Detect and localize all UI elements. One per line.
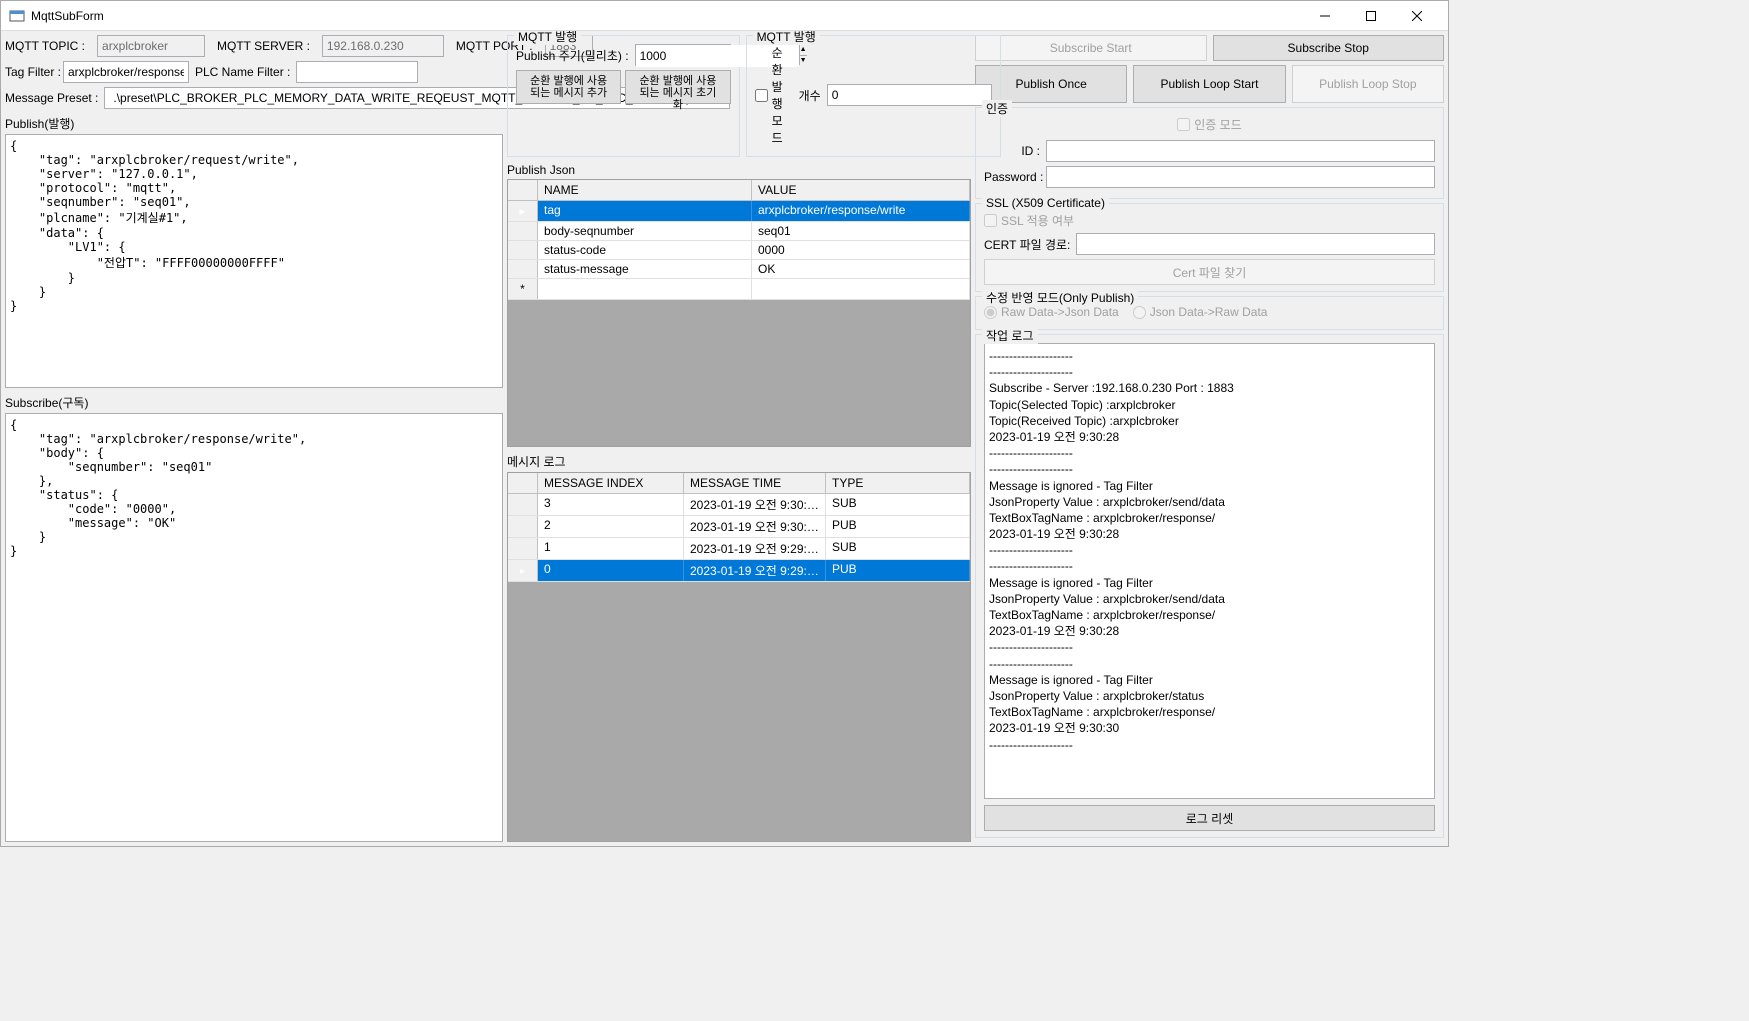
- publish-json-textarea[interactable]: [5, 134, 503, 388]
- cell-name[interactable]: tag: [538, 201, 752, 221]
- publish-loop-start-button[interactable]: Publish Loop Start: [1133, 65, 1285, 103]
- json-to-raw-label: Json Data->Raw Data: [1150, 305, 1268, 319]
- table-row[interactable]: ▸tagarxplcbroker/response/write: [508, 201, 970, 222]
- cell-time[interactable]: 2023-01-19 오전 9:29:52: [684, 560, 826, 581]
- password-input[interactable]: [1046, 166, 1435, 188]
- publish-cycle-label: Publish 주기(밀리초) :: [516, 47, 629, 64]
- loop-mode-checkbox[interactable]: 순환 발행 모드: [755, 44, 783, 146]
- cell-name[interactable]: body-seqnumber: [538, 222, 752, 240]
- maximize-button[interactable]: [1348, 1, 1394, 31]
- loop-mode-label: 순환 발행 모드: [772, 44, 783, 146]
- cell-value[interactable]: OK: [752, 260, 970, 278]
- cell-name[interactable]: status-code: [538, 241, 752, 259]
- grid-header-value[interactable]: VALUE: [752, 180, 970, 200]
- cert-path-input[interactable]: [1076, 233, 1435, 255]
- window-title: MqttSubForm: [31, 9, 1302, 23]
- id-input[interactable]: [1046, 140, 1435, 162]
- cell-index[interactable]: 2: [538, 516, 684, 537]
- auth-group: 인증: [982, 100, 1012, 117]
- mod-mode-group: 수정 반영 모드(Only Publish): [982, 289, 1138, 306]
- raw-to-json-label: Raw Data->Json Data: [1001, 305, 1119, 319]
- cell-type[interactable]: SUB: [826, 538, 970, 559]
- grid-header-msg-type[interactable]: TYPE: [826, 473, 970, 493]
- cell-name[interactable]: status-message: [538, 260, 752, 278]
- ssl-group: SSL (X509 Certificate): [982, 196, 1109, 210]
- message-log-grid-label: 메시지 로그: [507, 453, 971, 470]
- reset-loop-message-button[interactable]: 순환 발행에 사용되는 메시지 초기화: [625, 70, 730, 104]
- table-row[interactable]: 22023-01-19 오전 9:30:28PUB: [508, 516, 970, 538]
- cell-type[interactable]: PUB: [826, 560, 970, 581]
- close-button[interactable]: [1394, 1, 1440, 31]
- subscribe-start-button: Subscribe Start: [975, 35, 1207, 61]
- plc-name-filter-label: PLC Name Filter :: [195, 65, 290, 79]
- table-row[interactable]: 02023-01-19 오전 9:29:52PUB: [508, 560, 970, 582]
- cell-time[interactable]: 2023-01-19 오전 9:30:28: [684, 494, 826, 515]
- ssl-apply-checkbox: SSL 적용 여부: [984, 212, 1435, 229]
- cell-index[interactable]: 1: [538, 538, 684, 559]
- subscribe-stop-button[interactable]: Subscribe Stop: [1213, 35, 1445, 61]
- raw-to-json-radio: Raw Data->Json Data: [984, 305, 1119, 319]
- tag-filter-input[interactable]: [63, 61, 189, 83]
- publish-json-grid-label: Publish Json: [507, 163, 971, 177]
- cell-value[interactable]: 0000: [752, 241, 970, 259]
- cell-type[interactable]: PUB: [826, 516, 970, 537]
- mqtt-server-input[interactable]: [322, 35, 444, 57]
- password-label: Password :: [984, 170, 1040, 184]
- publish-loop-stop-button: Publish Loop Stop: [1292, 65, 1444, 103]
- work-log-textarea[interactable]: --------------------- ------------------…: [984, 343, 1435, 799]
- publish-cycle-spinner[interactable]: ▲ ▼: [635, 44, 731, 66]
- grid-header-msg-time[interactable]: MESSAGE TIME: [684, 473, 826, 493]
- count-input[interactable]: [827, 84, 992, 106]
- table-new-row[interactable]: [508, 279, 970, 300]
- cell-index[interactable]: 0: [538, 560, 684, 581]
- minimize-button[interactable]: [1302, 1, 1348, 31]
- message-preset-label: Message Preset :: [5, 91, 98, 105]
- mqtt-topic-label: MQTT TOPIC :: [5, 39, 85, 53]
- cell-time[interactable]: 2023-01-19 오전 9:30:28: [684, 516, 826, 537]
- auth-mode-checkbox: 인증 모드: [1177, 116, 1242, 133]
- cell-type[interactable]: SUB: [826, 494, 970, 515]
- publish-section-label: Publish(발행): [5, 115, 503, 132]
- log-reset-button[interactable]: 로그 리셋: [984, 805, 1435, 831]
- tag-filter-label: Tag Filter :: [5, 65, 57, 79]
- table-row[interactable]: body-seqnumberseq01: [508, 222, 970, 241]
- cert-path-label: CERT 파일 경로:: [984, 236, 1070, 253]
- mqtt-server-label: MQTT SERVER :: [217, 39, 310, 53]
- grid-header-name[interactable]: NAME: [538, 180, 752, 200]
- subscribe-section-label: Subscribe(구독): [5, 394, 503, 411]
- add-loop-message-button[interactable]: 순환 발행에 사용되는 메시지 추가: [516, 70, 621, 104]
- table-row[interactable]: status-messageOK: [508, 260, 970, 279]
- mqtt-topic-input[interactable]: [97, 35, 205, 57]
- cell-value[interactable]: seq01: [752, 222, 970, 240]
- json-to-raw-radio: Json Data->Raw Data: [1133, 305, 1268, 319]
- app-icon: [9, 8, 25, 24]
- auth-mode-label: 인증 모드: [1194, 116, 1242, 133]
- message-log-grid[interactable]: MESSAGE INDEX MESSAGE TIME TYPE 32023-01…: [507, 472, 971, 842]
- grid-header-msg-index[interactable]: MESSAGE INDEX: [538, 473, 684, 493]
- publish-json-grid[interactable]: NAME VALUE ▸tagarxplcbroker/response/wri…: [507, 179, 971, 447]
- cell-index[interactable]: 3: [538, 494, 684, 515]
- table-row[interactable]: 32023-01-19 오전 9:30:28SUB: [508, 494, 970, 516]
- cell-value[interactable]: arxplcbroker/response/write: [752, 201, 970, 221]
- mqtt-publish-group-left: MQTT 발행: [514, 31, 581, 45]
- count-label: 개수: [799, 87, 821, 104]
- subscribe-json-textarea[interactable]: [5, 413, 503, 842]
- id-label: ID :: [984, 144, 1040, 158]
- cell-time[interactable]: 2023-01-19 오전 9:29:52: [684, 538, 826, 559]
- mqtt-publish-group-right: MQTT 발행: [753, 31, 820, 45]
- ssl-apply-label: SSL 적용 여부: [1001, 212, 1074, 229]
- work-log-group: 작업 로그: [982, 327, 1038, 344]
- titlebar: MqttSubForm: [1, 1, 1448, 31]
- table-row[interactable]: 12023-01-19 오전 9:29:52SUB: [508, 538, 970, 560]
- table-row[interactable]: status-code0000: [508, 241, 970, 260]
- plc-name-filter-input[interactable]: [296, 61, 418, 83]
- cert-find-button: Cert 파일 찾기: [984, 259, 1435, 285]
